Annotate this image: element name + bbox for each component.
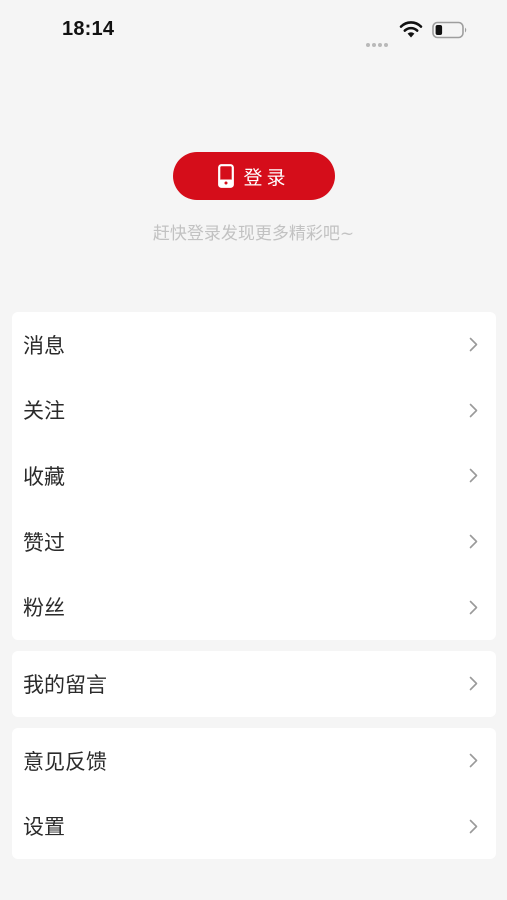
chevron-right-icon <box>469 819 478 834</box>
menu-group-main: 消息 关注 收藏 赞过 粉丝 <box>12 312 496 640</box>
menu-item-feedback[interactable]: 意见反馈 <box>12 728 496 794</box>
menu-item-fans[interactable]: 粉丝 <box>12 574 496 640</box>
chevron-right-icon <box>469 753 478 768</box>
menu-item-label: 消息 <box>23 333 65 358</box>
menu-item-label: 设置 <box>23 815 65 840</box>
chevron-right-icon <box>469 469 478 483</box>
login-button[interactable]: 登录 <box>173 152 335 200</box>
menu-item-label: 关注 <box>23 399 65 424</box>
login-button-label: 登录 <box>243 166 290 189</box>
chevron-right-icon <box>469 676 478 691</box>
chevron-right-icon <box>469 337 478 352</box>
menu-item-following[interactable]: 关注 <box>12 378 496 444</box>
status-bar: 18:14 <box>0 0 507 60</box>
chevron-right-icon <box>469 403 478 418</box>
chevron-right-icon <box>469 534 478 549</box>
menu-item-label: 我的留言 <box>23 672 107 697</box>
menu-item-label: 收藏 <box>23 464 65 489</box>
menu-group-comments: 我的留言 <box>12 651 496 717</box>
wifi-icon <box>399 21 423 38</box>
menu-item-liked[interactable]: 赞过 <box>12 509 496 575</box>
chevron-right-icon <box>469 600 478 614</box>
signal-dots-icon <box>366 32 392 47</box>
menu-item-label: 意见反馈 <box>23 749 107 774</box>
menu-item-messages[interactable]: 消息 <box>12 312 496 378</box>
menu-group-other: 意见反馈 设置 <box>12 728 496 860</box>
login-hint: 赶快登录发现更多精彩吧~ <box>152 224 355 244</box>
menu-item-label: 粉丝 <box>23 596 65 621</box>
menu-item-favorites[interactable]: 收藏 <box>12 443 496 509</box>
status-time: 18:14 <box>62 18 115 40</box>
battery-icon <box>432 21 467 39</box>
menu-item-settings[interactable]: 设置 <box>12 794 496 860</box>
menu-item-label: 赞过 <box>23 530 65 555</box>
menu-item-my-comments[interactable]: 我的留言 <box>12 651 496 717</box>
phone-icon <box>218 164 235 188</box>
